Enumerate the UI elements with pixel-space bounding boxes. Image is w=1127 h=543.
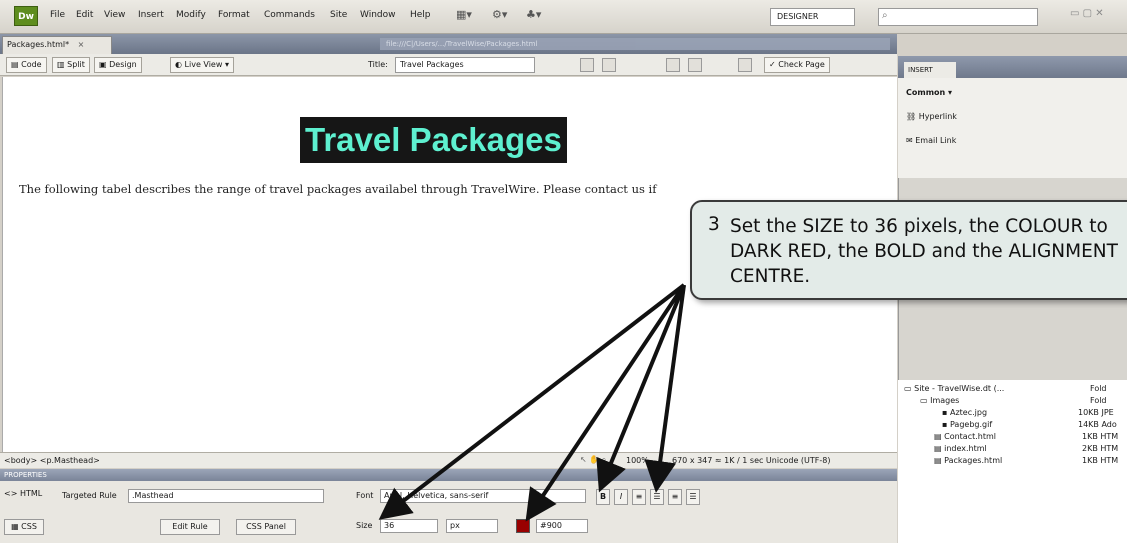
arrow-to-size xyxy=(378,283,686,520)
annotation-arrows xyxy=(378,283,686,522)
arrow-to-color xyxy=(525,283,686,522)
